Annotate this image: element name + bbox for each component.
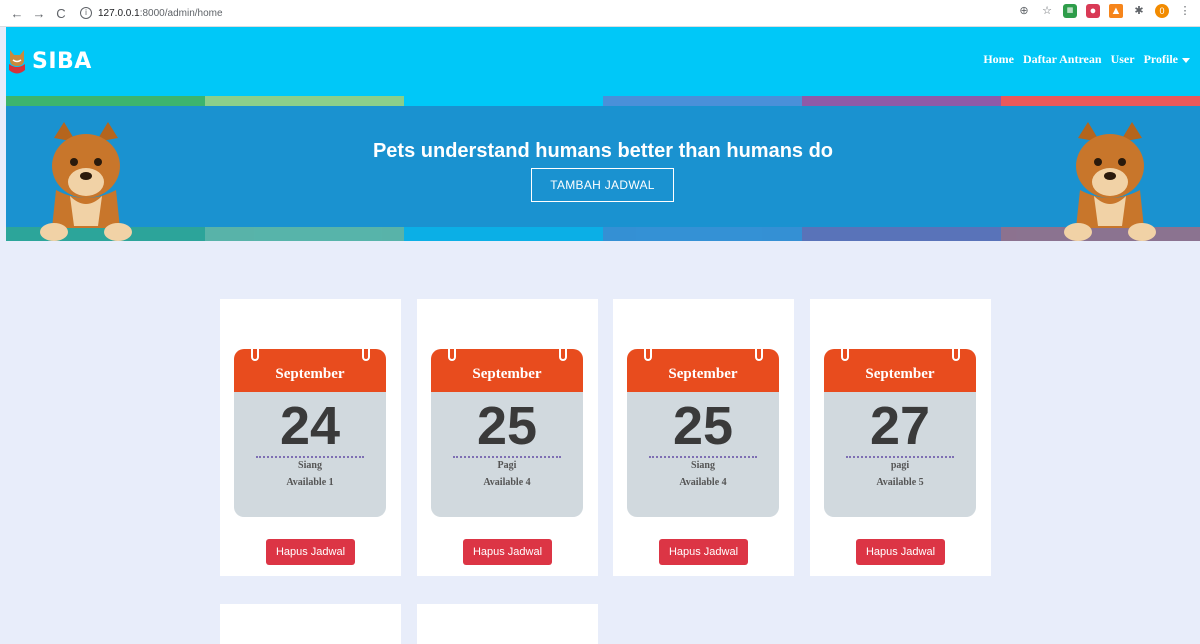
forward-icon[interactable]: → bbox=[32, 6, 46, 21]
color-stripe bbox=[6, 96, 1200, 106]
calendar-body: 27 pagi Available 5 bbox=[824, 392, 976, 517]
calendar-icon: September 25 Siang Available 4 bbox=[627, 344, 779, 517]
schedule-session: Siang bbox=[691, 460, 715, 471]
schedule-session: pagi bbox=[890, 460, 910, 471]
dotted-divider bbox=[649, 456, 757, 458]
schedule-month: September bbox=[472, 366, 542, 382]
address-bar[interactable]: i 127.0.0.1:8000/admin/home bbox=[80, 3, 223, 23]
zoom-icon[interactable]: ⊕ bbox=[1017, 4, 1031, 18]
nav-links: Home Daftar Antrean User Profile bbox=[983, 52, 1190, 67]
url-path: :8000/admin/home bbox=[139, 7, 223, 19]
dotted-divider bbox=[453, 456, 561, 458]
delete-schedule-button[interactable]: Hapus Jadwal bbox=[659, 539, 748, 565]
schedule-session: Siang bbox=[298, 460, 322, 471]
brand[interactable]: SIBA bbox=[8, 46, 92, 78]
schedule-month: September bbox=[865, 366, 935, 382]
hero-title: Pets understand humans better than human… bbox=[372, 140, 834, 162]
schedule-month: September bbox=[668, 366, 738, 382]
page: SIBA Home Daftar Antrean User Profile Pe… bbox=[6, 27, 1200, 644]
add-schedule-button[interactable]: TAMBAH JADWAL bbox=[531, 168, 674, 202]
calendar-body: 25 Siang Available 4 bbox=[627, 392, 779, 517]
schedule-day: 27 bbox=[869, 396, 931, 456]
calendar-ring bbox=[362, 344, 370, 361]
url-host: 127.0.0.1 bbox=[98, 7, 140, 19]
nav-home[interactable]: Home bbox=[983, 52, 1014, 67]
bookmark-star-icon[interactable]: ☆ bbox=[1040, 4, 1054, 18]
nav-profile-dropdown[interactable]: Profile bbox=[1144, 52, 1190, 67]
calendar-ring bbox=[841, 344, 849, 361]
stripe-segment bbox=[404, 96, 603, 106]
extensions-puzzle-icon[interactable]: ✱ bbox=[1132, 4, 1146, 18]
site-info-icon[interactable]: i bbox=[80, 7, 92, 19]
delete-schedule-button[interactable]: Hapus Jadwal bbox=[856, 539, 945, 565]
schedule-card-partial bbox=[220, 604, 401, 644]
brand-name: SIBA bbox=[32, 49, 92, 74]
nav-user[interactable]: User bbox=[1111, 52, 1135, 67]
menu-kebab-icon[interactable]: ⋮ bbox=[1178, 4, 1192, 18]
stripe-segment bbox=[802, 227, 1001, 241]
stripe-segment bbox=[603, 227, 802, 241]
dotted-divider bbox=[846, 456, 954, 458]
calendar-icon: September 27 pagi Available 5 bbox=[824, 344, 976, 517]
calendar-ring bbox=[559, 344, 567, 361]
extension-fox-icon[interactable]: ▲ bbox=[1109, 4, 1123, 18]
schedule-day: 25 bbox=[476, 396, 538, 456]
stripe-segment bbox=[205, 96, 404, 106]
dotted-divider bbox=[256, 456, 364, 458]
schedule-card: September 27 pagi Available 5 Hapus Jadw… bbox=[810, 299, 991, 576]
stripe-segment bbox=[404, 227, 603, 241]
calendar-icon: September 24 Siang Available 1 bbox=[234, 344, 386, 517]
schedule-card-partial bbox=[417, 604, 598, 644]
back-icon[interactable]: ← bbox=[10, 6, 24, 21]
profile-avatar-icon[interactable]: 0 bbox=[1155, 4, 1169, 18]
stripe-segment bbox=[205, 227, 404, 241]
nav-queue[interactable]: Daftar Antrean bbox=[1023, 52, 1102, 67]
calendar-icon: September 25 Pagi Available 4 bbox=[431, 344, 583, 517]
calendar-body: 24 Siang Available 1 bbox=[234, 392, 386, 517]
calendar-ring bbox=[755, 344, 763, 361]
schedule-session: Pagi bbox=[497, 460, 517, 471]
stripe-segment bbox=[6, 96, 205, 106]
schedule-day: 25 bbox=[672, 396, 734, 456]
schedule-availability: Available 1 bbox=[286, 477, 334, 488]
schedule-availability: Available 4 bbox=[679, 477, 727, 488]
schedule-card: September 25 Siang Available 4 Hapus Jad… bbox=[613, 299, 794, 576]
calendar-ring bbox=[952, 344, 960, 361]
reload-icon[interactable]: C bbox=[54, 6, 68, 21]
caret-down-icon bbox=[1182, 57, 1190, 63]
calendar-ring bbox=[251, 344, 259, 361]
hero-bottom-stripe bbox=[6, 227, 1200, 241]
browser-actions: ⊕ ☆ ▦ ● ▲ ✱ 0 ⋮ bbox=[1017, 4, 1192, 18]
navbar: SIBA Home Daftar Antrean User Profile bbox=[6, 27, 1200, 96]
calendar-body: 25 Pagi Available 4 bbox=[431, 392, 583, 517]
browser-toolbar: ← → C i 127.0.0.1:8000/admin/home ⊕ ☆ ▦ … bbox=[0, 0, 1200, 27]
stripe-segment bbox=[1001, 96, 1200, 106]
schedule-availability: Available 5 bbox=[876, 477, 924, 488]
hero-banner: Pets understand humans better than human… bbox=[6, 106, 1200, 241]
puppy-image-left bbox=[40, 122, 132, 241]
delete-schedule-button[interactable]: Hapus Jadwal bbox=[266, 539, 355, 565]
calendar-ring bbox=[448, 344, 456, 361]
schedule-day: 24 bbox=[279, 396, 341, 456]
schedule-availability: Available 4 bbox=[483, 477, 531, 488]
nav-profile-label: Profile bbox=[1143, 52, 1178, 66]
puppy-image-right bbox=[1064, 122, 1156, 241]
schedule-card: September 25 Pagi Available 4 Hapus Jadw… bbox=[417, 299, 598, 576]
pet-logo-icon bbox=[9, 49, 25, 73]
extension-record-icon[interactable]: ● bbox=[1086, 4, 1100, 18]
schedule-month: September bbox=[275, 366, 345, 382]
stripe-segment bbox=[802, 96, 1001, 106]
extension-green-icon[interactable]: ▦ bbox=[1063, 4, 1077, 18]
delete-schedule-button[interactable]: Hapus Jadwal bbox=[463, 539, 552, 565]
schedule-card: September 24 Siang Available 1 Hapus Jad… bbox=[220, 299, 401, 576]
stripe-segment bbox=[603, 96, 802, 106]
calendar-ring bbox=[644, 344, 652, 361]
